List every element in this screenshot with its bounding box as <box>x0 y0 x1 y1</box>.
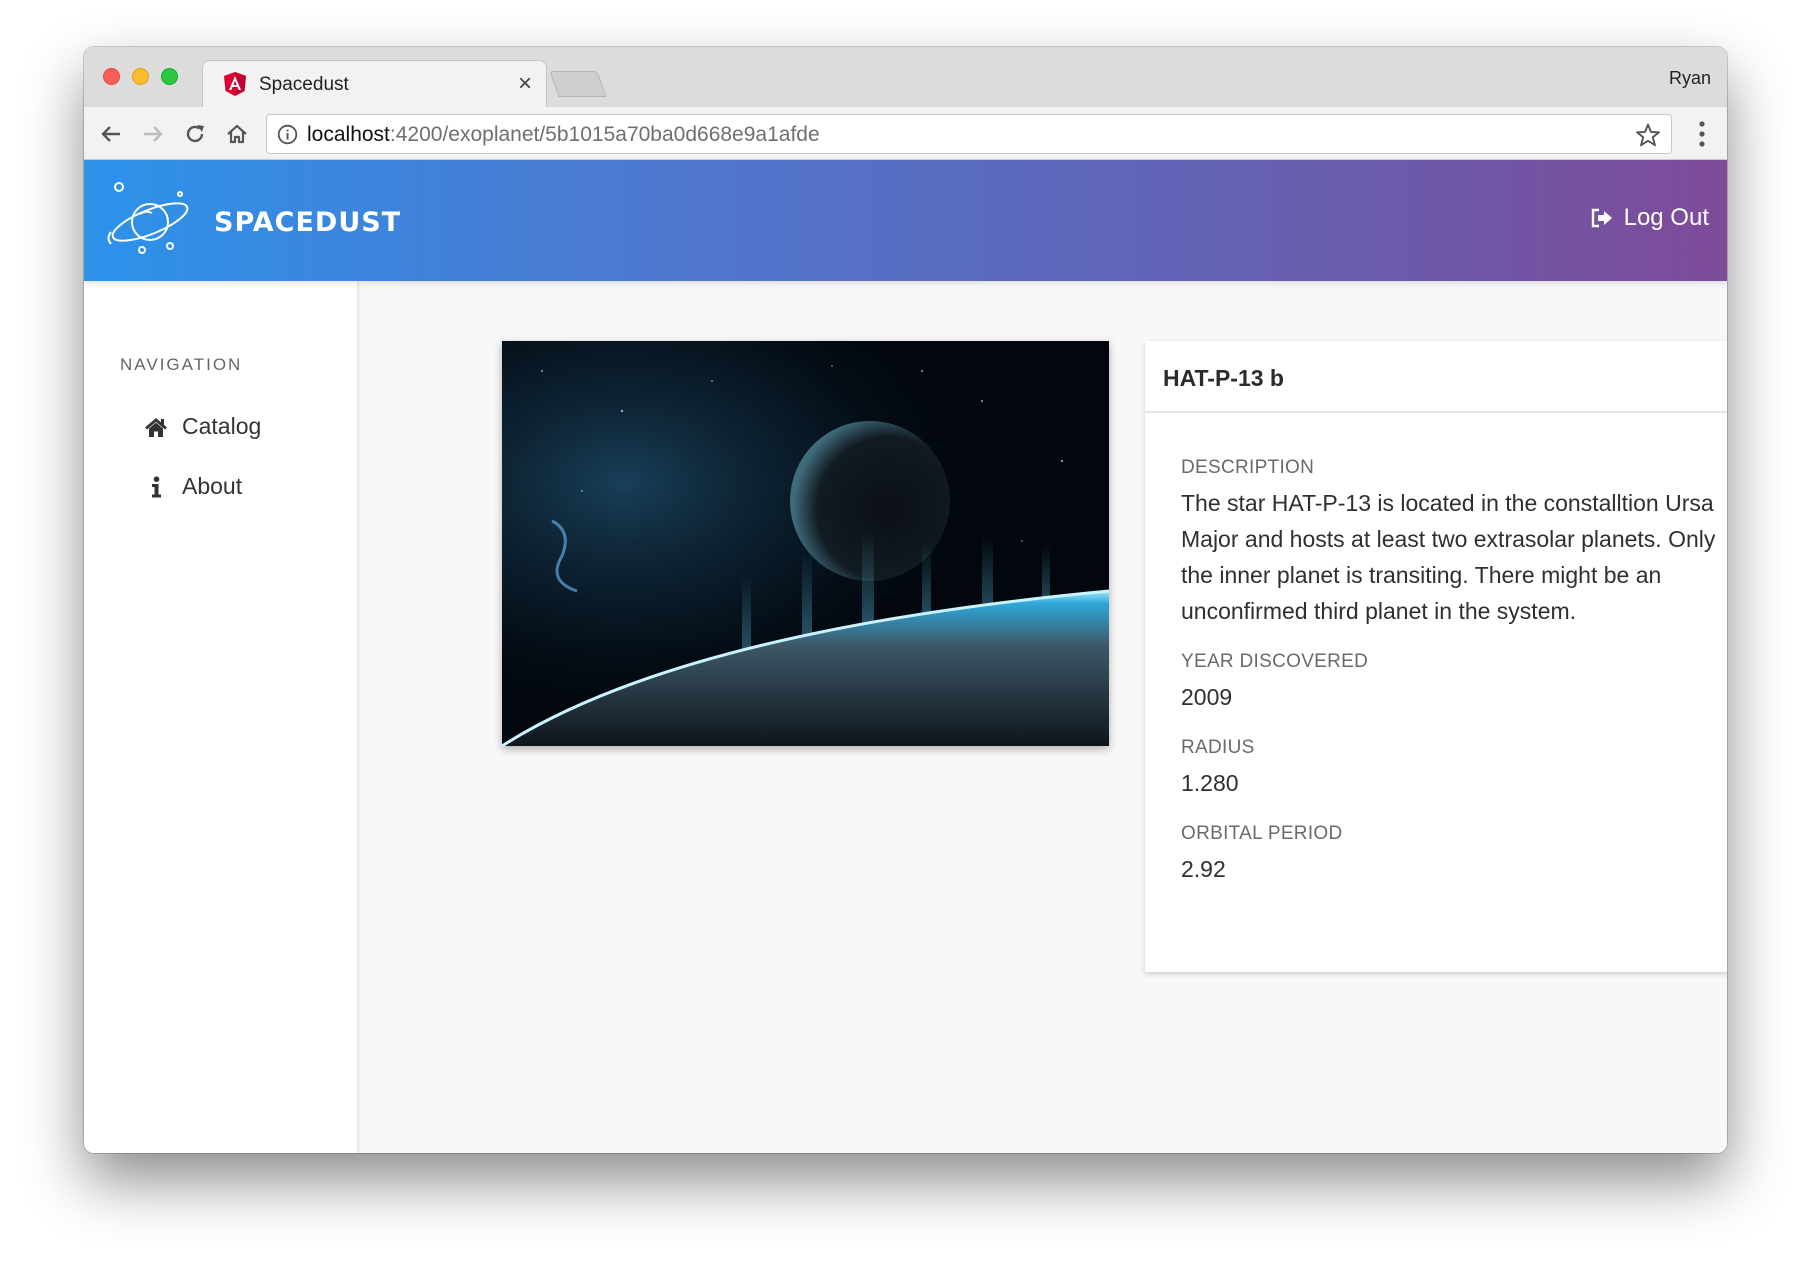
url-host: localhost <box>307 123 390 146</box>
sign-out-icon <box>1591 208 1612 228</box>
card-body: Description The star HAT-P-13 is located… <box>1181 457 1721 909</box>
logout-label: Log Out <box>1623 204 1709 231</box>
address-bar[interactable]: localhost:4200/exoplanet/5b1015a70ba0d66… <box>266 114 1672 154</box>
orbital-period-label: Orbital Period <box>1181 823 1343 844</box>
radius-label: Radius <box>1181 737 1255 758</box>
planet-image <box>502 341 1109 746</box>
profile-name[interactable]: Ryan <box>1669 68 1711 89</box>
url-path: :4200/exoplanet/5b1015a70ba0d668e9a1afde <box>389 123 820 146</box>
tab-title: Spacedust <box>259 74 349 95</box>
new-tab-button[interactable] <box>549 71 607 97</box>
planet-name: HAT-P-13 b <box>1163 365 1284 391</box>
info-icon <box>144 475 168 499</box>
vertical-dots-menu-icon[interactable] <box>1697 120 1707 148</box>
close-window-button[interactable] <box>103 68 120 85</box>
sidebar: NAVIGATION Catalog About <box>84 281 357 1153</box>
sidebar-item-catalog[interactable]: Catalog <box>144 413 261 440</box>
description-label: Description <box>1181 457 1315 478</box>
planet-image-art <box>502 341 1109 746</box>
planet-detail-card: HAT-P-13 b Description The star HAT-P-13… <box>1145 341 1727 972</box>
forward-arrow-icon[interactable] <box>138 119 168 149</box>
browser-tab-spacedust[interactable]: Spacedust × <box>202 60 547 108</box>
logout-button[interactable]: Log Out <box>1590 204 1709 232</box>
tab-close-icon[interactable]: × <box>518 70 532 98</box>
app-header: SpaceDust Log Out <box>84 160 1727 281</box>
brand-title[interactable]: SpaceDust <box>214 196 401 240</box>
minimize-window-button[interactable] <box>132 68 149 85</box>
tab-strip: Spacedust × Ryan <box>84 47 1727 108</box>
url-text[interactable]: localhost:4200/exoplanet/5b1015a70ba0d66… <box>307 123 820 147</box>
sidebar-item-about[interactable]: About <box>144 473 242 500</box>
browser-window: Spacedust × Ryan localhost:4200/exoplane… <box>84 47 1727 1153</box>
planet-logo-icon[interactable] <box>102 180 198 260</box>
sidebar-item-label: About <box>182 473 243 499</box>
main-content: HAT-P-13 b Description The star HAT-P-13… <box>357 281 1727 1153</box>
radius-value: 1.280 <box>1181 770 1239 796</box>
back-arrow-icon[interactable] <box>96 119 126 149</box>
year-discovered-label: Year Discovered <box>1181 651 1369 672</box>
angular-icon <box>224 72 246 96</box>
year-discovered-value: 2009 <box>1181 684 1233 710</box>
info-icon[interactable] <box>277 124 298 145</box>
browser-toolbar: localhost:4200/exoplanet/5b1015a70ba0d66… <box>84 107 1727 160</box>
card-header: HAT-P-13 b <box>1145 341 1727 413</box>
reload-icon[interactable] <box>180 119 210 149</box>
home-icon[interactable] <box>222 119 252 149</box>
orbital-period-value: 2.92 <box>1181 856 1226 882</box>
nav-heading: NAVIGATION <box>120 355 243 374</box>
home-icon <box>144 415 168 439</box>
maximize-window-button[interactable] <box>161 68 178 85</box>
sidebar-item-label: Catalog <box>182 413 262 439</box>
description-value: The star HAT-P-13 is located in the cons… <box>1181 490 1716 624</box>
bookmark-star-icon[interactable] <box>1635 122 1661 148</box>
